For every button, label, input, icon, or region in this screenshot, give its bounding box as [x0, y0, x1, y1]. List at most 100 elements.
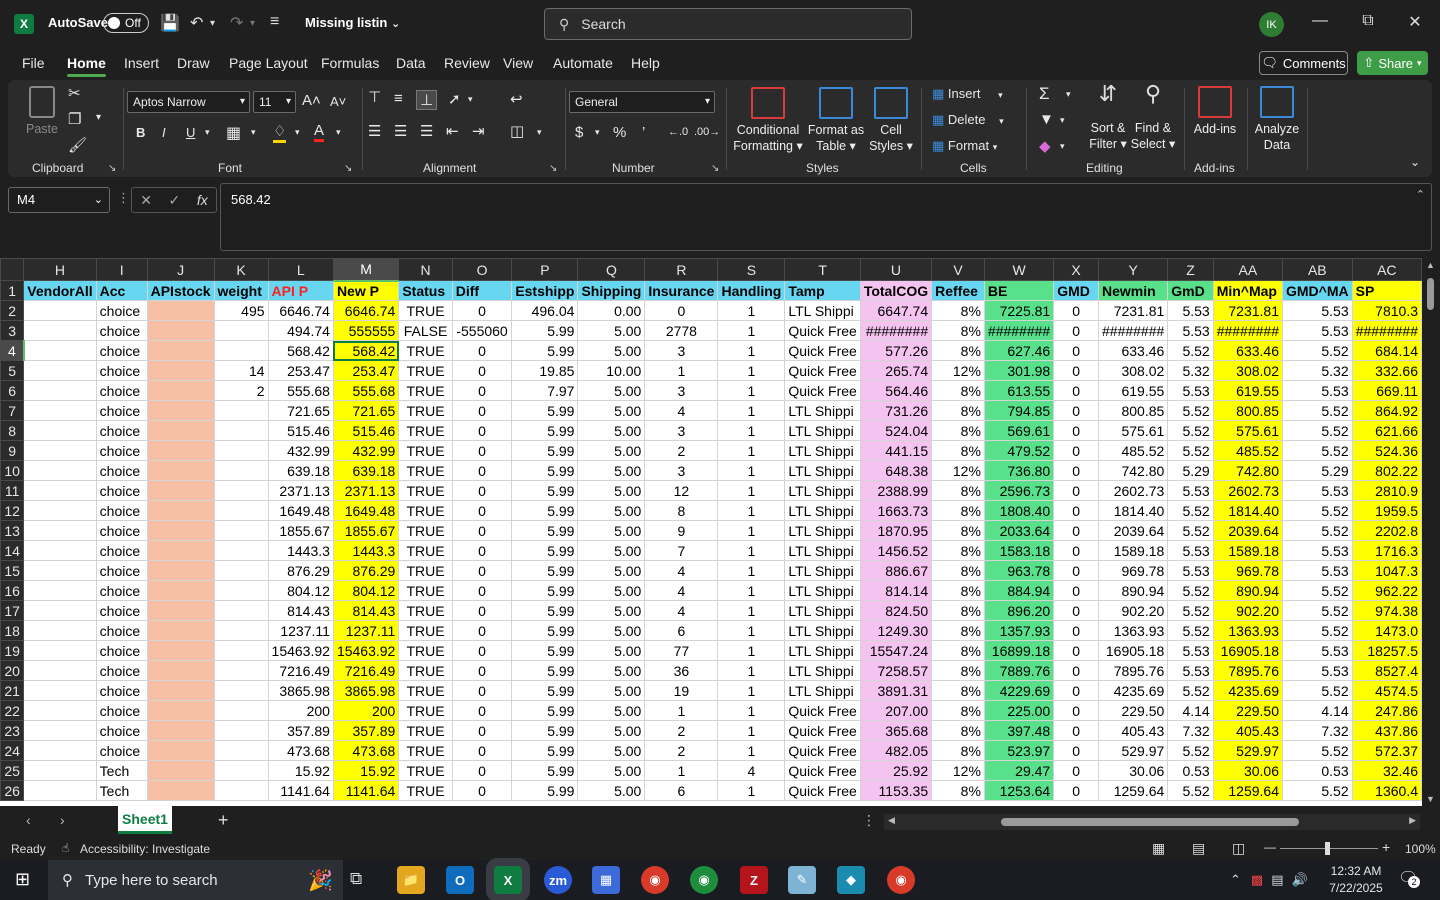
row-header[interactable]: 18 [0, 620, 25, 641]
cell[interactable]: choice [95, 560, 148, 581]
cell[interactable]: 5.99 [511, 640, 579, 661]
cell[interactable]: 200 [332, 700, 400, 721]
column-header-w[interactable]: W [983, 258, 1055, 281]
cell[interactable] [23, 660, 97, 681]
cell[interactable]: 0 [451, 460, 513, 481]
cell[interactable] [23, 300, 97, 321]
header-cell[interactable]: APIstock [146, 280, 215, 301]
cell[interactable]: 3865.98 [332, 680, 400, 701]
cell[interactable]: choice [95, 720, 148, 741]
cell[interactable] [146, 340, 215, 361]
cell[interactable]: 621.66 [1351, 420, 1422, 441]
cell[interactable]: 5.53 [1167, 320, 1214, 341]
cell[interactable]: 5.52 [1282, 340, 1353, 361]
row-header[interactable]: 22 [0, 700, 25, 721]
cell[interactable] [23, 420, 97, 441]
header-cell[interactable]: Handling [717, 280, 786, 301]
font-family-select[interactable]: Aptos Narrow ▾ [127, 91, 250, 113]
cell[interactable]: 0 [1053, 340, 1099, 361]
expand-formula-bar-icon[interactable]: ⌃ [1416, 188, 1425, 201]
cell[interactable]: 633.46 [1212, 340, 1284, 361]
cell[interactable]: 4235.69 [1212, 680, 1284, 701]
cell[interactable]: 308.02 [1097, 360, 1169, 381]
cell[interactable]: 3891.31 [859, 680, 933, 701]
delete-cells-button[interactable]: ▦ Delete ▾ [932, 112, 1004, 128]
cell[interactable]: 0.00 [577, 300, 646, 321]
header-cell[interactable]: GmD [1167, 280, 1214, 301]
cell[interactable]: 1249.30 [859, 620, 933, 641]
cell[interactable]: 1 [717, 500, 786, 521]
cell[interactable] [146, 380, 215, 401]
cell[interactable]: 200 [267, 700, 334, 721]
cell[interactable]: 721.65 [267, 400, 334, 421]
cell[interactable]: 0 [1053, 400, 1099, 421]
cell[interactable]: TRUE [398, 500, 453, 521]
cell[interactable]: 5.52 [1167, 340, 1214, 361]
vertical-scroll-thumb[interactable] [1427, 278, 1434, 310]
cell[interactable]: 648.38 [859, 460, 933, 481]
cell[interactable]: 5.53 [1282, 320, 1353, 341]
cell[interactable]: 5.53 [1282, 640, 1353, 661]
cell[interactable]: LTL Shippi [784, 440, 861, 461]
cell[interactable]: 8 [644, 500, 719, 521]
font-color-icon[interactable]: A [314, 122, 325, 142]
prev-sheet-icon[interactable]: ‹ [26, 812, 31, 828]
header-cell[interactable]: New P [332, 280, 400, 301]
cell[interactable]: 8% [931, 400, 985, 421]
cell[interactable]: 2778 [644, 320, 719, 341]
cell[interactable]: LTL Shippi [784, 460, 861, 481]
cell[interactable]: 529.97 [1097, 740, 1169, 761]
cell[interactable]: 2 [644, 440, 719, 461]
cell[interactable] [146, 560, 215, 581]
cell[interactable] [146, 680, 215, 701]
cell[interactable]: 8% [931, 720, 985, 741]
cell[interactable]: 1153.35 [859, 780, 933, 801]
cell[interactable]: 16905.18 [1097, 640, 1169, 661]
app-icon[interactable]: ◆ [837, 866, 865, 894]
cell[interactable] [23, 460, 97, 481]
cell[interactable]: 5.00 [577, 740, 646, 761]
cell[interactable]: 253.47 [332, 360, 400, 381]
cell[interactable]: 1589.18 [1212, 540, 1284, 561]
cell[interactable] [146, 320, 215, 341]
cell[interactable]: LTL Shippi [784, 600, 861, 621]
cell[interactable]: 1 [717, 460, 786, 481]
cell[interactable]: 886.67 [859, 560, 933, 581]
cell[interactable]: 7 [644, 540, 719, 561]
column-header-v[interactable]: V [931, 258, 985, 281]
cell[interactable]: 8527.4 [1351, 660, 1422, 681]
cell[interactable]: 524.36 [1351, 440, 1422, 461]
cell[interactable]: 225.00 [983, 700, 1055, 721]
column-header-z[interactable]: Z [1167, 258, 1214, 281]
cell[interactable]: 876.29 [332, 560, 400, 581]
cell[interactable]: 5.53 [1167, 540, 1214, 561]
cell[interactable] [23, 360, 97, 381]
cell[interactable] [213, 560, 269, 581]
cell[interactable]: 5.52 [1167, 740, 1214, 761]
row-header[interactable]: 3 [0, 320, 25, 341]
header-cell[interactable]: Status [398, 280, 453, 301]
cell[interactable]: 5.00 [577, 420, 646, 441]
cell[interactable] [146, 660, 215, 681]
cell[interactable]: 473.68 [267, 740, 334, 761]
cell[interactable]: 5.00 [577, 640, 646, 661]
cell[interactable]: 0 [451, 760, 513, 781]
cell[interactable]: 804.12 [332, 580, 400, 601]
cell[interactable] [23, 380, 97, 401]
cell[interactable]: 0 [451, 540, 513, 561]
cell[interactable]: 8% [931, 420, 985, 441]
merge-dropdown-icon[interactable]: ▾ [537, 127, 542, 138]
cell[interactable]: 568.42 [332, 340, 400, 361]
cell[interactable]: 4.14 [1167, 700, 1214, 721]
column-header-u[interactable]: U [859, 258, 933, 281]
cell[interactable]: 890.94 [1212, 580, 1284, 601]
network-icon[interactable]: ▤ [1271, 872, 1283, 888]
cell[interactable]: 569.61 [983, 420, 1055, 441]
cell[interactable] [146, 420, 215, 441]
cell[interactable]: 1363.93 [1097, 620, 1169, 641]
cell[interactable]: 1649.48 [267, 500, 334, 521]
calculator-icon[interactable]: ▦ [592, 866, 620, 894]
cell[interactable]: 742.80 [1212, 460, 1284, 481]
cell[interactable]: 3865.98 [267, 680, 334, 701]
tab-draw[interactable]: Draw [177, 55, 210, 71]
